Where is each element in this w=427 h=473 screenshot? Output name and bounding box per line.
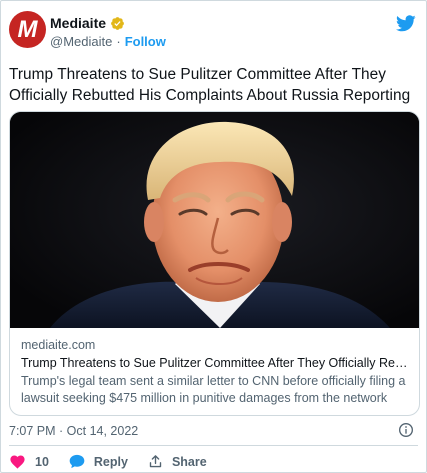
name-row: Mediaite [50,15,125,31]
verified-badge-icon [111,16,124,30]
timestamp[interactable]: 7:07 PM · Oct 14, 2022 [9,424,138,438]
preview-photo [10,112,419,328]
link-info: mediaite.com Trump Threatens to Sue Puli… [21,337,413,407]
divider [9,445,418,446]
handle[interactable]: @Mediaite [50,34,112,49]
link-title[interactable]: Trump Threatens to Sue Pulitzer Committe… [21,354,413,372]
like-count: 10 [35,454,49,469]
separator-dot: · [116,34,121,49]
action-bar: 10 Reply Share [9,454,227,469]
share-icon [149,455,162,468]
avatar[interactable] [9,11,46,48]
heart-icon [10,455,25,469]
like-button[interactable]: 10 [9,454,49,469]
display-name[interactable]: Mediaite [50,15,106,31]
link-domain: mediaite.com [21,338,96,352]
reply-label: Reply [93,454,128,469]
info-icon[interactable] [398,422,414,438]
link-description: Trump's legal team sent a similar letter… [21,374,406,405]
reply-bubble-icon [69,454,85,469]
handle-row: @Mediaite · Follow [50,34,166,49]
follow-button[interactable]: Follow [125,34,166,49]
reply-button[interactable]: Reply [69,454,128,469]
twitter-bird-icon[interactable] [396,15,416,32]
avatar-logo [18,18,38,42]
tweet-embed: Mediaite @Mediaite · Follow Trump Threat… [0,0,427,473]
share-label: Share [171,454,207,469]
tweet-text: Trump Threatens to Sue Pulitzer Committe… [9,66,411,104]
link-preview-card[interactable]: mediaite.com Trump Threatens to Sue Puli… [9,111,420,416]
share-button[interactable]: Share [148,454,207,469]
